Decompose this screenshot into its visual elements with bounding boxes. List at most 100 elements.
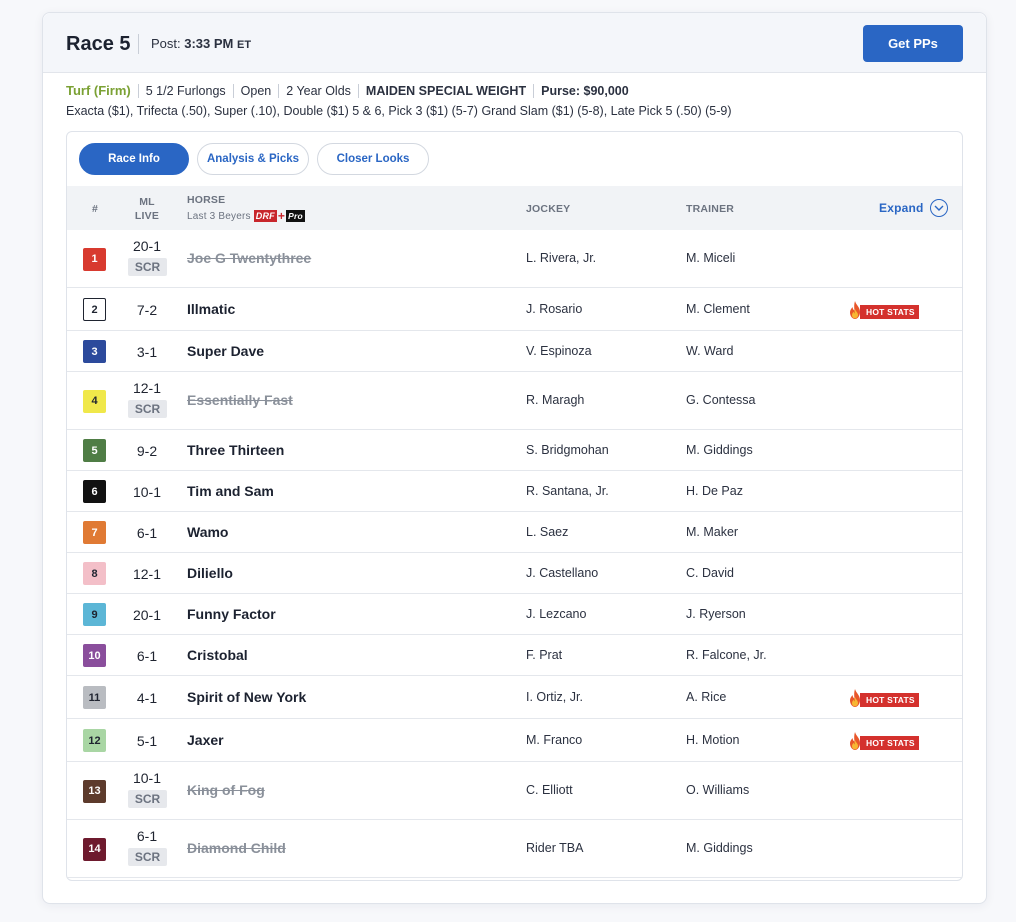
col-header-ml-top: ML — [139, 196, 155, 208]
jockey-name[interactable]: L. Rivera, Jr. — [526, 251, 596, 265]
col-header-ml-bottom: LIVE — [134, 210, 160, 222]
horse-name[interactable]: Joe G Twentythree — [187, 250, 311, 266]
horse-name[interactable]: Diamond Child — [187, 840, 286, 856]
scratch-badge: SCR — [128, 400, 167, 418]
tab-analysis-picks[interactable]: Analysis & Picks — [197, 143, 309, 175]
trainer-name[interactable]: C. David — [686, 566, 734, 580]
info-divider — [232, 83, 234, 98]
scratch-badge: SCR — [128, 790, 167, 808]
jockey-name[interactable]: C. Elliott — [526, 783, 573, 797]
ml-odds: 20-1 — [132, 238, 162, 254]
table-row[interactable]: 3 3-1 Super Dave V. Espinoza W. Ward — [67, 331, 962, 372]
program-number-badge: 8 — [83, 562, 106, 585]
trainer-name[interactable]: M. Miceli — [686, 251, 735, 265]
col-header-jockey: JOCKEY — [526, 203, 571, 215]
flame-icon — [850, 688, 860, 707]
horse-name[interactable]: Wamo — [187, 524, 228, 540]
program-number-badge: 5 — [83, 439, 106, 462]
table-row[interactable]: 13 10-1 SCR King of Fog C. Elliott O. William… — [67, 762, 962, 820]
table-row[interactable]: 11 4-1 Spirit of New York I. Ortiz, Jr. A. R… — [67, 676, 962, 719]
trainer-name[interactable]: M. Maker — [686, 525, 738, 539]
hot-stats-badge[interactable]: HOT STATS — [847, 300, 919, 320]
program-number-badge: 1 — [83, 247, 106, 271]
jockey-name[interactable]: M. Franco — [526, 733, 582, 747]
table-row[interactable]: 5 9-2 Three Thirteen S. Bridgmohan M. Giddin… — [67, 430, 962, 471]
trainer-name[interactable]: R. Falcone, Jr. — [686, 648, 767, 662]
horse-name[interactable]: Illmatic — [187, 301, 235, 317]
jockey-name[interactable]: J. Rosario — [526, 302, 582, 316]
table-header: # ML LIVE HORSE Last 3 Beyers DRF + Pro … — [67, 186, 962, 230]
jockey-name[interactable]: V. Espinoza — [526, 344, 592, 358]
table-row[interactable]: 12 5-1 Jaxer M. Franco H. Motion HOT STATS — [67, 719, 962, 762]
jockey-name[interactable]: F. Prat — [526, 648, 562, 662]
trainer-name[interactable]: G. Contessa — [686, 393, 755, 407]
get-pps-button[interactable]: Get PPs — [863, 25, 963, 62]
horse-name[interactable]: Super Dave — [187, 343, 264, 359]
info-divider — [137, 83, 139, 98]
drf-logo-plus: + — [277, 209, 286, 223]
jockey-name[interactable]: J. Lezcano — [526, 607, 586, 621]
trainer-name[interactable]: H. Motion — [686, 733, 740, 747]
table-row[interactable]: 10 6-1 Cristobal F. Prat R. Falcone, Jr. — [67, 635, 962, 676]
ml-odds: 4-1 — [136, 689, 158, 706]
race-panel: Race Info Analysis & Picks Closer Looks … — [66, 131, 963, 881]
ml-odds: 10-1 — [132, 770, 162, 786]
horse-name[interactable]: Diliello — [187, 565, 233, 581]
info-divider — [533, 83, 535, 98]
tab-closer-looks[interactable]: Closer Looks — [317, 143, 429, 175]
ml-odds: 12-1 — [132, 565, 162, 582]
horse-name[interactable]: Jaxer — [187, 732, 224, 748]
surface-label: Turf (Firm) — [66, 83, 131, 98]
table-row[interactable]: 9 20-1 Funny Factor J. Lezcano J. Ryerson — [67, 594, 962, 635]
post-timezone: ET — [237, 39, 252, 51]
horse-name[interactable]: King of Fog — [187, 782, 265, 798]
tab-bar: Race Info Analysis & Picks Closer Looks — [79, 143, 429, 175]
horse-name[interactable]: Spirit of New York — [187, 689, 306, 705]
jockey-name[interactable]: I. Ortiz, Jr. — [526, 690, 583, 704]
table-row[interactable]: 6 10-1 Tim and Sam R. Santana, Jr. H. De Paz — [67, 471, 962, 512]
program-number-badge: 11 — [83, 686, 106, 709]
horse-name[interactable]: Three Thirteen — [187, 442, 284, 458]
sex-label: Open — [240, 83, 272, 98]
flame-icon — [850, 731, 860, 750]
trainer-name[interactable]: O. Williams — [686, 783, 749, 797]
jockey-name[interactable]: Rider TBA — [526, 841, 583, 855]
horse-name[interactable]: Funny Factor — [187, 606, 276, 622]
table-row[interactable]: 14 6-1 SCR Diamond Child Rider TBA M. Gidding… — [67, 820, 962, 878]
jockey-name[interactable]: S. Bridgmohan — [526, 443, 609, 457]
trainer-name[interactable]: M. Giddings — [686, 841, 753, 855]
table-row[interactable]: 8 12-1 Diliello J. Castellano C. David — [67, 553, 962, 594]
program-number-badge: 14 — [83, 837, 106, 861]
horse-name[interactable]: Tim and Sam — [187, 483, 274, 499]
race-type-label: MAIDEN SPECIAL WEIGHT — [365, 83, 527, 98]
wagers-line: Exacta ($1), Trifecta (.50), Super (.10)… — [66, 104, 732, 118]
col-header-ml: ML LIVE — [129, 195, 165, 223]
trainer-name[interactable]: W. Ward — [686, 344, 733, 358]
tab-race-info[interactable]: Race Info — [79, 143, 189, 175]
hot-stats-badge[interactable]: HOT STATS — [847, 688, 919, 708]
purse-label: Purse: $90,000 — [541, 83, 629, 98]
col-header-horse: HORSE — [187, 194, 226, 206]
jockey-name[interactable]: J. Castellano — [526, 566, 598, 580]
expand-label: Expand — [879, 201, 924, 215]
table-row[interactable]: 2 7-2 Illmatic J. Rosario M. Clement HOT STAT… — [67, 288, 962, 331]
trainer-name[interactable]: H. De Paz — [686, 484, 743, 498]
hot-stats-badge[interactable]: HOT STATS — [847, 731, 919, 751]
trainer-name[interactable]: J. Ryerson — [686, 607, 746, 621]
race-header: Race 5 Post: 3:33 PM ET Get PPs — [43, 13, 986, 73]
trainer-name[interactable]: M. Giddings — [686, 443, 753, 457]
expand-toggle[interactable]: Expand — [879, 199, 948, 217]
horse-name[interactable]: Cristobal — [187, 647, 248, 663]
jockey-name[interactable]: R. Maragh — [526, 393, 584, 407]
table-row[interactable]: 1 20-1 SCR Joe G Twentythree L. Rivera, Jr. M… — [67, 230, 962, 288]
table-row[interactable]: 4 12-1 SCR Essentially Fast R. Maragh G. Cont… — [67, 372, 962, 430]
horse-name[interactable]: Essentially Fast — [187, 392, 293, 408]
ml-odds: 9-2 — [136, 442, 158, 459]
table-row[interactable]: 7 6-1 Wamo L. Saez M. Maker — [67, 512, 962, 553]
hot-stats-label: HOT STATS — [860, 692, 919, 707]
trainer-name[interactable]: M. Clement — [686, 302, 750, 316]
program-number-badge: 9 — [83, 603, 106, 626]
jockey-name[interactable]: R. Santana, Jr. — [526, 484, 609, 498]
jockey-name[interactable]: L. Saez — [526, 525, 568, 539]
trainer-name[interactable]: A. Rice — [686, 690, 726, 704]
